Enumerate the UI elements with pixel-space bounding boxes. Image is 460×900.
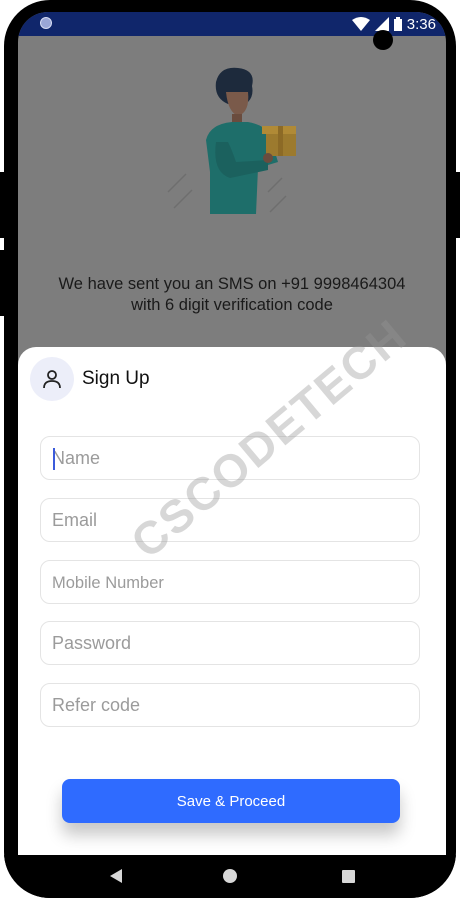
save-proceed-button[interactable]: Save & Proceed [62,779,400,823]
name-field [40,436,420,480]
mobile-number-field [40,560,420,604]
refer-code-input[interactable] [41,684,419,726]
refer-code-field [40,683,420,727]
email-input[interactable] [41,499,419,541]
home-icon[interactable] [223,869,237,883]
back-icon[interactable] [109,869,123,883]
password-input[interactable] [41,622,419,664]
front-camera [373,30,393,50]
delivery-person-illustration [167,67,296,214]
phone-frame: 3:36 We have sent you an SMS on +91 9998… [4,0,456,898]
recent-apps-icon[interactable] [342,870,355,883]
email-field [40,498,420,542]
avatar [30,357,74,401]
user-icon [43,370,61,389]
mobile-number-input[interactable] [41,561,419,603]
screen: 3:36 We have sent you an SMS on +91 9998… [18,12,446,860]
name-input[interactable] [41,437,419,479]
sign-up-sheet: Sign Up Save & Proceed [18,347,446,860]
battery-icon [393,17,402,31]
password-field [40,621,420,665]
wifi-icon [351,17,370,31]
text-caret [53,448,55,470]
sms-message: We have sent you an SMS on +91 999846430… [18,274,446,316]
navigation-bar [4,855,456,898]
status-icons: 3:36 [351,15,436,33]
sms-message-line-1: We have sent you an SMS on +91 999846430… [58,275,406,293]
sheet-title: Sign Up [82,368,150,389]
status-time: 3:36 [406,15,436,33]
notification-dot-icon [40,17,52,29]
sms-message-line-2: with 6 digit verification code [131,296,333,314]
signal-icon [374,17,389,31]
sheet-header: Sign Up [30,357,150,401]
